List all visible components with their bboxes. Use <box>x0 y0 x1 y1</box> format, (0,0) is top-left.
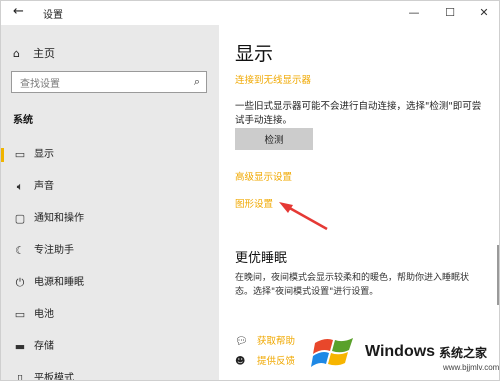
feedback-icon: ☻ <box>235 356 246 367</box>
wireless-display-link[interactable]: 连接到无线显示器 <box>235 72 311 86</box>
tablet-icon: ▯ <box>16 372 24 381</box>
monitor-icon: ▭ <box>14 148 26 161</box>
battery-icon: ▭ <box>14 308 26 321</box>
home-label: 主页 <box>33 47 55 60</box>
detect-description: 一些旧式显示器可能不会进行自动连接，选择"检测"即可尝试手动连接。 <box>235 101 482 126</box>
search-box[interactable]: ⌕ <box>11 71 207 95</box>
sidebar-item-label: 电源和睡眠 <box>34 277 84 288</box>
sleep-section-title: 更优睡眠 <box>235 251 288 266</box>
sidebar-item-display[interactable]: ▭ 显示 <box>1 142 219 168</box>
watermark-cn-text: 系统之家 <box>439 346 488 360</box>
feedback-link[interactable]: ☻ 提供反馈 <box>235 353 295 367</box>
close-button[interactable]: ✕ <box>467 3 499 23</box>
sidebar-item-tablet-mode[interactable]: ▯ 平板模式 <box>1 366 219 381</box>
chat-icon: 💬︎ <box>235 336 248 347</box>
window-title: 设置 <box>43 10 63 21</box>
sidebar-item-battery[interactable]: ▭ 电池 <box>1 302 219 328</box>
home-icon: ⌂ <box>13 47 20 60</box>
get-help-label: 获取帮助 <box>257 336 296 347</box>
section-title: 系统 <box>13 115 33 126</box>
speaker-icon: 🔈︎ <box>16 180 24 193</box>
sidebar-item-label: 显示 <box>34 149 54 160</box>
search-input[interactable] <box>12 74 185 95</box>
arrow-left-icon[interactable]: ← <box>13 4 24 19</box>
sidebar-item-notifications[interactable]: ▢ 通知和操作 <box>1 206 219 232</box>
storage-icon: ▬ <box>14 340 26 353</box>
get-help-link[interactable]: 💬︎ 获取帮助 <box>235 333 295 347</box>
search-icon[interactable]: ⌕ <box>194 75 200 89</box>
sidebar-item-focus-assist[interactable]: ☾ 专注助手 <box>1 238 219 264</box>
sleep-description: 在晚间，夜间模式会显示较柔和的暖色，帮助你进入睡眠状态。选择"夜间模式设置"进行… <box>235 273 470 297</box>
page-title: 显示 <box>235 43 274 65</box>
graphics-settings-link[interactable]: 图形设置 <box>235 196 273 210</box>
advanced-display-link[interactable]: 高级显示设置 <box>235 169 292 183</box>
minimize-button[interactable]: — <box>397 3 431 23</box>
moon-icon: ☾ <box>15 244 25 257</box>
sidebar-item-power-sleep[interactable]: ⏻ 电源和睡眠 <box>1 270 219 296</box>
sidebar-item-label: 存储 <box>34 341 54 352</box>
sidebar-item-label: 声音 <box>34 181 54 192</box>
sidebar-item-label: 专注助手 <box>34 245 74 256</box>
sidebar-item-label: 电池 <box>34 309 54 320</box>
watermark-windows-text: Windows <box>365 343 436 360</box>
sidebar-item-label: 通知和操作 <box>34 213 84 224</box>
scrollbar[interactable] <box>497 245 499 305</box>
power-icon: ⏻ <box>15 276 25 289</box>
home-link[interactable]: ⌂ 主页 <box>13 45 55 61</box>
detect-button[interactable]: 检测 <box>235 128 313 150</box>
sidebar-item-label: 平板模式 <box>34 373 74 381</box>
watermark: Windows 系统之家 www.bjjmlv.com <box>311 327 500 380</box>
title-bar: ← 设置 — ☐ ✕ <box>1 1 499 25</box>
sidebar: ⌂ 主页 ⌕ 系统 ▭ 显示 🔈︎ 声音 ▢ 通知和操作 ☾ 专注助手 ⏻ 电源和… <box>1 25 219 381</box>
maximize-button[interactable]: ☐ <box>433 3 467 23</box>
sidebar-item-storage[interactable]: ▬ 存储 <box>1 334 219 360</box>
notification-icon: ▢ <box>14 212 26 225</box>
feedback-label: 提供反馈 <box>257 356 296 367</box>
sidebar-item-sound[interactable]: 🔈︎ 声音 <box>1 174 219 200</box>
windows-logo-icon <box>311 338 353 367</box>
watermark-url: www.bjjmlv.com <box>443 363 500 372</box>
settings-window: ← 设置 — ☐ ✕ ⌂ 主页 ⌕ 系统 ▭ 显示 🔈︎ 声音 ▢ 通知和操作 ☾… <box>0 0 500 381</box>
